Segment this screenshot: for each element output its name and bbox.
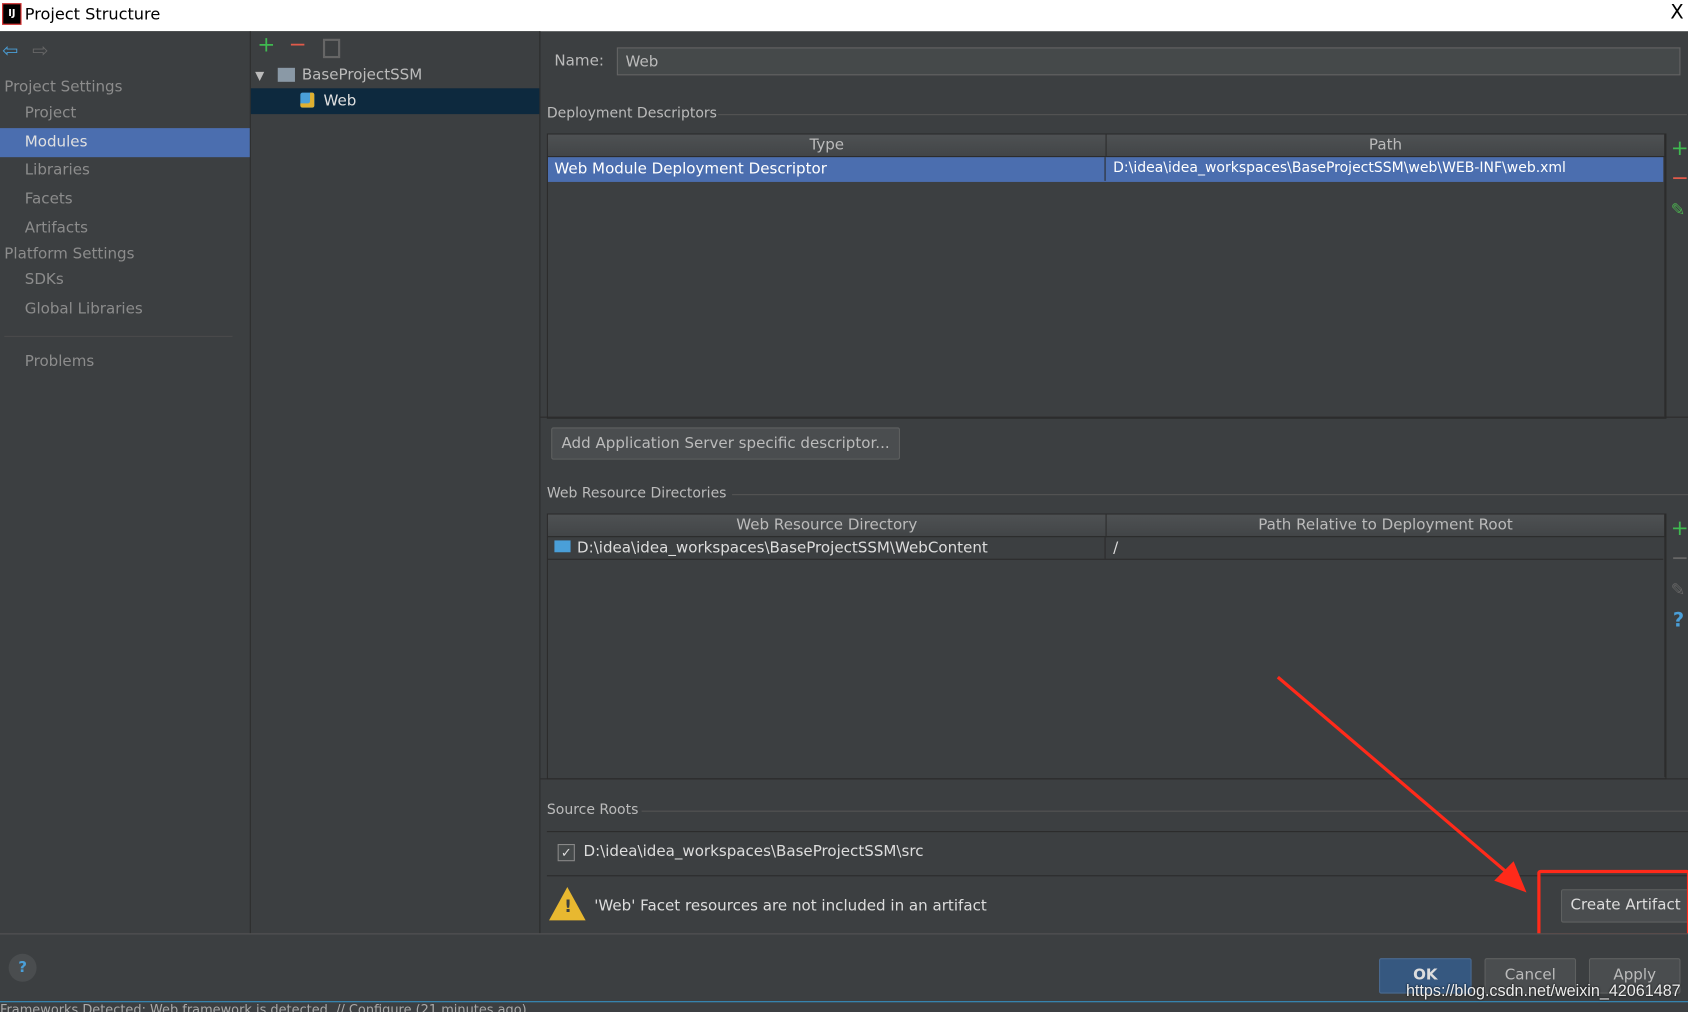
source-roots-title: Source Roots (546, 802, 639, 819)
facet-editor: Name: Web Deployment Descriptors Type Pa… (540, 31, 1688, 937)
tree-node-label: Web (323, 92, 357, 110)
forward-arrow-icon[interactable]: ⇨ (32, 40, 48, 63)
expand-triangle-icon[interactable]: ▼ (255, 69, 264, 83)
section-platform-settings: Platform Settings (4, 245, 135, 263)
sidebar-item-project[interactable]: Project (0, 99, 250, 128)
help-button[interactable]: ? (8, 953, 37, 982)
add-directory-icon[interactable]: + (1671, 515, 1688, 541)
column-header-web-resource-directory[interactable]: Web Resource Directory (547, 514, 1107, 538)
tree-node-label: BaseProjectSSM (301, 66, 423, 84)
deployment-descriptors-title: Deployment Descriptors (546, 105, 717, 122)
divider (641, 810, 1688, 812)
column-header-relative-path[interactable]: Path Relative to Deployment Root (1106, 514, 1666, 538)
divider (718, 114, 1687, 116)
annotation-highlight-box (1537, 869, 1688, 937)
name-input[interactable]: Web (616, 47, 1681, 76)
watermark: https://blog.csdn.net/weixin_42061487 (1405, 981, 1681, 1001)
app-logo-icon: IJ (2, 3, 22, 25)
remove-descriptor-icon[interactable]: − (1671, 165, 1688, 191)
column-header-type[interactable]: Type (547, 134, 1107, 158)
annotation-arrow (1276, 675, 1527, 893)
dialog-footer: ? OK Cancel Apply https://blog.csdn.net/… (0, 933, 1688, 1003)
sidebar-item-sdks[interactable]: SDKs (0, 266, 250, 295)
cell-type: Web Module Deployment Descriptor (548, 157, 1106, 181)
column-header-path[interactable]: Path (1106, 134, 1666, 158)
cell-relative-path: / (1113, 539, 1119, 557)
table-row[interactable]: D:\idea\idea_workspaces\BaseProjectSSM\W… (547, 537, 1664, 560)
section-project-settings: Project Settings (4, 78, 123, 96)
window-title: Project Structure (24, 4, 161, 24)
remove-directory-icon[interactable]: − (1671, 545, 1688, 571)
warning-text: 'Web' Facet resources are not included i… (594, 897, 987, 916)
divider (732, 494, 1688, 496)
sidebar: ⇦ ⇨ Project Settings Project Modules Lib… (0, 31, 251, 934)
sidebar-item-global-libraries[interactable]: Global Libraries (0, 295, 250, 324)
web-facet-icon (300, 92, 315, 108)
deployment-descriptors-table: Type Path Web Module Deployment Descript… (546, 133, 1667, 419)
status-bar: Frameworks Detected: Web framework is de… (0, 1001, 1688, 1012)
folder-icon (554, 540, 571, 553)
module-folder-icon (277, 67, 295, 82)
sidebar-item-libraries[interactable]: Libraries (0, 156, 250, 185)
add-descriptor-icon[interactable]: + (1671, 135, 1688, 161)
remove-icon[interactable]: − (289, 31, 307, 57)
source-root-path: D:\idea\idea_workspaces\BaseProjectSSM\s… (583, 842, 924, 861)
sidebar-item-modules[interactable]: Modules (0, 128, 250, 158)
copy-icon[interactable] (322, 38, 341, 59)
title-bar: IJ Project Structure X (0, 0, 1688, 32)
module-tree: + − ▼ BaseProjectSSM Web (250, 31, 541, 934)
table-row[interactable]: Web Module Deployment Descriptor D:\idea… (547, 157, 1664, 182)
add-server-descriptor-button[interactable]: Add Application Server specific descript… (551, 427, 900, 460)
divider (4, 335, 233, 337)
cell-directory: D:\idea\idea_workspaces\BaseProjectSSM\W… (577, 539, 988, 557)
close-button[interactable]: X (1670, 1, 1683, 24)
back-arrow-icon[interactable]: ⇦ (2, 40, 18, 63)
help-question-icon[interactable]: ? (1673, 609, 1684, 632)
add-icon[interactable]: + (257, 31, 275, 57)
web-resource-directories-title: Web Resource Directories (546, 485, 727, 502)
source-root-checkbox[interactable]: ✓ (557, 843, 575, 862)
sidebar-item-facets[interactable]: Facets (0, 185, 250, 214)
status-text[interactable]: Frameworks Detected: Web framework is de… (0, 1002, 527, 1012)
sidebar-item-artifacts[interactable]: Artifacts (0, 214, 250, 243)
tree-node-web[interactable]: Web (250, 88, 540, 115)
name-label: Name: (554, 52, 604, 70)
tree-node-baseprojectssm[interactable]: ▼ BaseProjectSSM (255, 62, 539, 88)
cell-path: D:\idea\idea_workspaces\BaseProjectSSM\w… (1113, 160, 1566, 177)
sidebar-item-problems[interactable]: Problems (0, 348, 250, 377)
edit-pencil-icon[interactable]: ✎ (1671, 199, 1685, 219)
edit-pencil-icon[interactable]: ✎ (1671, 579, 1685, 599)
